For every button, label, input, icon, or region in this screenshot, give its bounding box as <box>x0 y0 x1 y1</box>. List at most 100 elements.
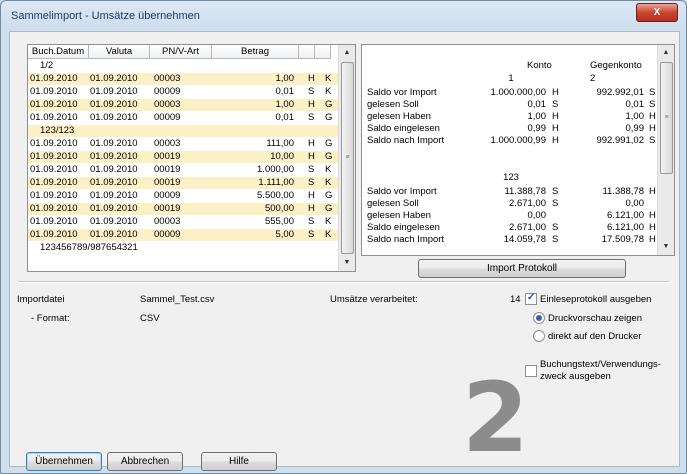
abbrechen-button[interactable]: Abbrechen <box>107 452 183 471</box>
list-group-row[interactable]: 123/123 <box>28 125 338 137</box>
druckvorschau-radio[interactable] <box>533 312 545 324</box>
gegenkonto-sh: H <box>649 222 656 233</box>
konto-sh: S <box>552 234 559 245</box>
summary-line-label: Saldo eingelesen <box>367 222 440 233</box>
uebernehmen-button[interactable]: Übernehmen <box>26 452 102 471</box>
cell-betrag: 0,01 <box>275 86 295 97</box>
summary-scrollbar[interactable]: ▲ ≡ ▼ <box>657 45 674 255</box>
konto-value: 1.000.000,99 <box>490 135 546 146</box>
cell-date: 01.09.2010 <box>30 164 78 175</box>
summary-panel[interactable]: Konto Gegenkonto 1 2 Saldo vor Import 1.000… <box>361 44 675 256</box>
close-icon: X <box>653 7 661 18</box>
konto-sh: S <box>552 222 559 233</box>
cell-date: 01.09.2010 <box>30 73 78 84</box>
konto-sh: H <box>552 87 559 98</box>
table-row[interactable]: 01.09.2010 01.09.2010 00009 5.500,00 H G <box>28 190 338 202</box>
cell-betrag: 1,00 <box>275 73 295 84</box>
konto-value: 0,99 <box>527 123 547 134</box>
cell-betrag: 0,01 <box>275 112 295 123</box>
cell-valuta: 01.09.2010 <box>90 138 138 149</box>
cell-k: K <box>325 86 332 97</box>
cell-valuta: 01.09.2010 <box>90 190 138 201</box>
drucker-label[interactable]: direkt auf den Drucker <box>548 331 641 342</box>
table-row[interactable]: 01.09.2010 01.09.2010 00019 10,00 H G <box>28 151 338 163</box>
cell-sh: H <box>308 99 315 110</box>
cell-k: K <box>325 216 332 227</box>
konto-number: 1 <box>508 73 514 84</box>
cell-date: 01.09.2010 <box>30 138 78 149</box>
import-protokoll-button[interactable]: Import Protokoll <box>418 259 626 278</box>
column-header-pn-vart[interactable]: PN/V-Art <box>150 45 212 59</box>
list-group-row[interactable]: 123456789/987654321 <box>28 242 338 254</box>
scroll-down-icon[interactable]: ▼ <box>658 239 674 255</box>
scroll-down-icon[interactable]: ▼ <box>339 255 355 271</box>
close-button[interactable]: X <box>636 3 678 22</box>
scroll-thumb[interactable]: ≡ <box>341 62 354 254</box>
cell-k: K <box>325 229 332 240</box>
buchungstext-label-line2[interactable]: zweck ausgeben <box>540 371 611 382</box>
cell-sh: H <box>308 190 315 201</box>
konto-sh: S <box>552 99 559 110</box>
cell-k: K <box>325 164 332 175</box>
importdatei-label: Importdatei <box>17 294 65 305</box>
cell-pn: 00009 <box>154 229 181 240</box>
gegenkonto-sh: H <box>649 123 656 134</box>
format-value: CSV <box>140 313 160 324</box>
column-header-valuta[interactable]: Valuta <box>89 45 150 59</box>
column-header-kg[interactable] <box>315 45 331 59</box>
scroll-thumb[interactable]: ≡ <box>660 62 673 174</box>
druckvorschau-label[interactable]: Druckvorschau zeigen <box>548 313 642 324</box>
checkmark-icon: ✓ <box>527 292 536 303</box>
table-row[interactable]: 01.09.2010 01.09.2010 00003 111,00 H G <box>28 138 338 150</box>
cell-sh: S <box>308 112 315 123</box>
cell-sh: H <box>308 73 315 84</box>
cell-sh: H <box>308 151 315 162</box>
cell-pn: 00009 <box>154 112 181 123</box>
gegenkonto-value: 17.509,78 <box>601 234 644 245</box>
table-row[interactable]: 01.09.2010 01.09.2010 00003 555,00 S K <box>28 216 338 228</box>
table-row[interactable]: 01.09.2010 01.09.2010 00003 1,00 H G <box>28 99 338 111</box>
table-row[interactable]: 01.09.2010 01.09.2010 00019 1.000,00 S K <box>28 164 338 176</box>
transactions-list[interactable]: Buch.Datum Valuta PN/V-Art Betrag 1/2 01.… <box>27 44 356 272</box>
table-row[interactable]: 01.09.2010 01.09.2010 00003 1,00 H K <box>28 73 338 85</box>
table-row[interactable]: 01.09.2010 01.09.2010 00009 0,01 S K <box>28 86 338 98</box>
column-header-betrag[interactable]: Betrag <box>212 45 299 59</box>
scroll-up-icon[interactable]: ▲ <box>658 45 674 61</box>
table-row[interactable]: 01.09.2010 01.09.2010 00019 1.111,00 S K <box>28 177 338 189</box>
summary-line-label: Saldo nach Import <box>367 234 445 245</box>
summary-line-label: Saldo eingelesen <box>367 123 440 134</box>
table-row[interactable]: 01.09.2010 01.09.2010 00019 500,00 H G <box>28 203 338 215</box>
list-scrollbar[interactable]: ▲ ≡ ▼ <box>338 45 355 271</box>
cell-k: G <box>325 138 333 149</box>
konto-number: 123 <box>503 172 519 183</box>
konto-sh: H <box>552 123 559 134</box>
cell-k: G <box>325 190 333 201</box>
scroll-up-icon[interactable]: ▲ <box>339 45 355 61</box>
gegenkonto-column-header: Gegenkonto <box>590 60 642 71</box>
konto-sh: H <box>552 135 559 146</box>
table-row[interactable]: 01.09.2010 01.09.2010 00009 5,00 S K <box>28 229 338 241</box>
format-label: - Format: <box>31 313 70 324</box>
cell-k: K <box>325 177 332 188</box>
einleseprotokoll-checkbox[interactable]: ✓ <box>525 292 537 305</box>
table-row[interactable]: 01.09.2010 01.09.2010 00009 0,01 S G <box>28 112 338 124</box>
column-header-buchdatum[interactable]: Buch.Datum <box>28 45 89 59</box>
window-title: Sammelimport - Umsätze übernehmen <box>11 10 200 22</box>
radio-selected-icon <box>536 315 542 321</box>
konto-value: 2.671,00 <box>509 222 546 233</box>
title-bar[interactable]: Sammelimport - Umsätze übernehmen X <box>1 1 686 31</box>
group-label: 123456789/987654321 <box>40 242 138 253</box>
cell-date: 01.09.2010 <box>30 112 78 123</box>
column-header-sh[interactable] <box>299 45 315 59</box>
cell-valuta: 01.09.2010 <box>90 86 138 97</box>
gegenkonto-sh: S <box>649 87 656 98</box>
hilfe-button[interactable]: Hilfe <box>201 452 277 471</box>
einleseprotokoll-label[interactable]: Einleseprotokoll ausgeben <box>540 294 651 305</box>
konto-value: 1.000.000,00 <box>490 87 546 98</box>
konto-value: 0,01 <box>527 99 547 110</box>
buchungstext-label-line1[interactable]: Buchungstext/Verwendungs- <box>540 359 661 370</box>
cell-pn: 00019 <box>154 164 181 175</box>
cell-pn: 00003 <box>154 216 181 227</box>
list-group-row[interactable]: 1/2 <box>28 60 338 72</box>
drucker-radio[interactable] <box>533 330 545 342</box>
